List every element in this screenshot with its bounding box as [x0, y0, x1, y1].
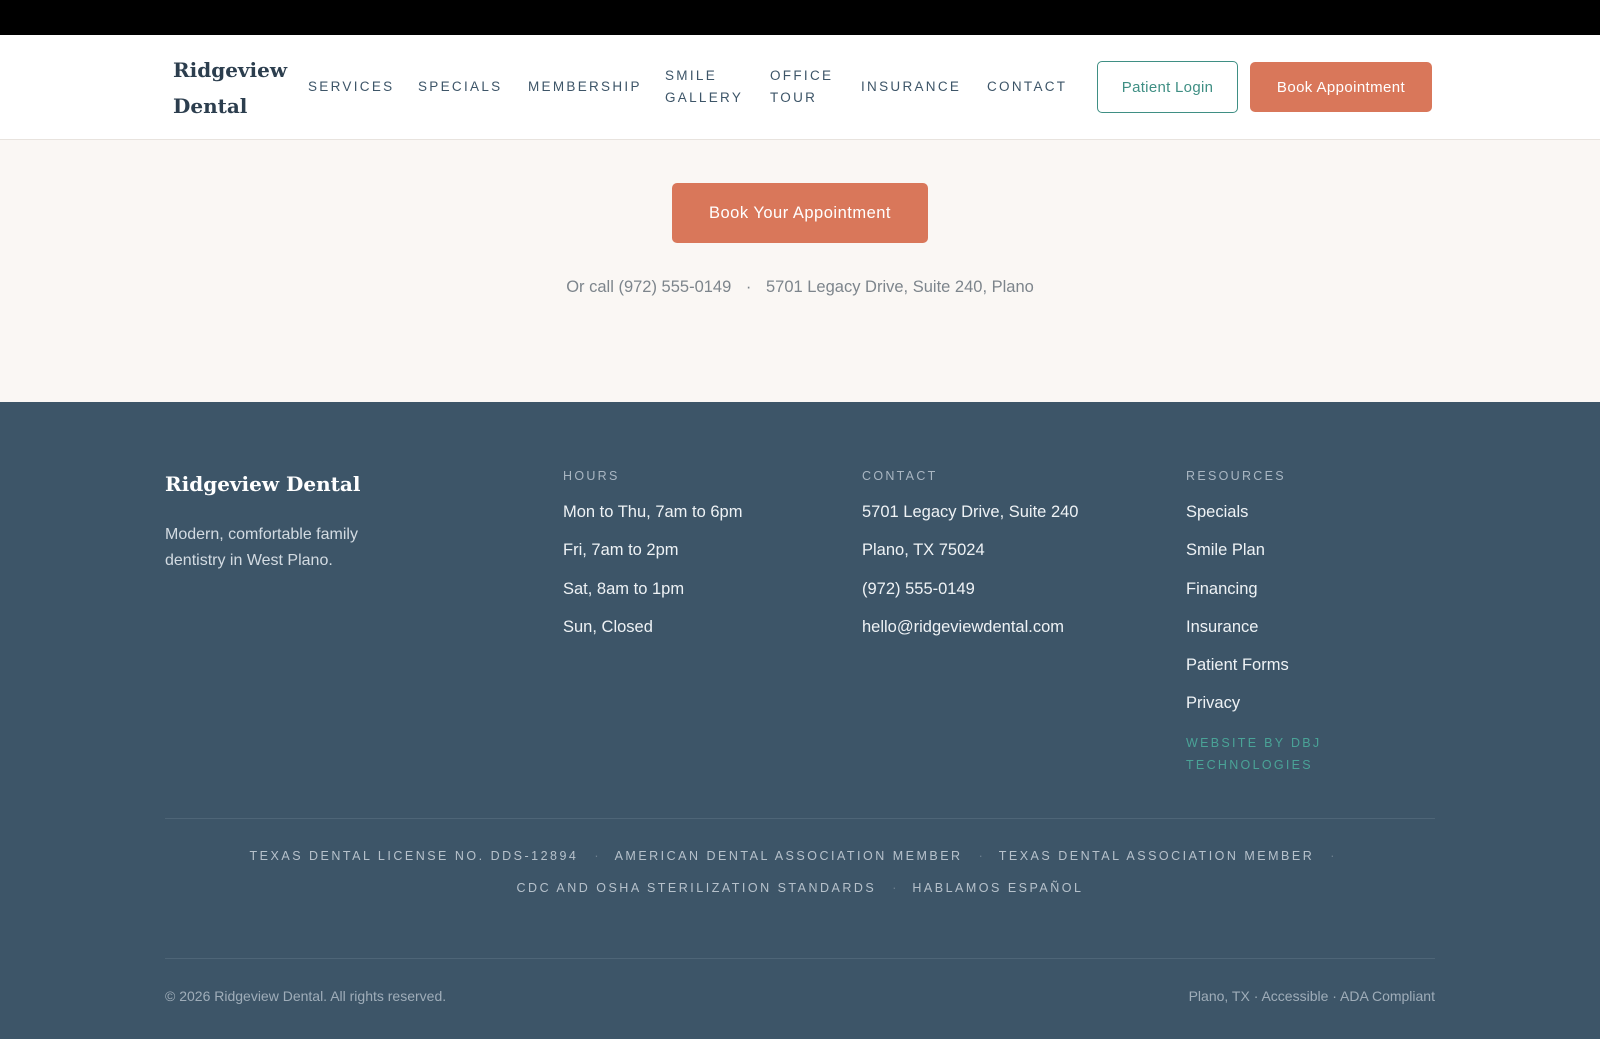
contact-address-line1: 5701 Legacy Drive, Suite 240 — [862, 503, 1079, 521]
association-dot: · — [594, 849, 599, 863]
hours-column: HOURS Mon to Thu, 7am to 6pm Fri, 7am to… — [563, 468, 742, 655]
association-item: CDC AND OSHA STERILIZATION STANDARDS — [516, 881, 877, 895]
footer-divider-bottom — [165, 958, 1435, 959]
hours-title: HOURS — [563, 469, 620, 483]
resource-link-financing[interactable]: Financing — [1186, 579, 1356, 599]
website-credit-link[interactable]: WEBSITE BY DBJ TECHNOLOGIES — [1186, 732, 1356, 776]
resource-link-insurance[interactable]: Insurance — [1186, 617, 1356, 637]
associations-row-2: CDC AND OSHA STERILIZATION STANDARDS · HAB… — [165, 879, 1435, 897]
nav-insurance[interactable]: INSURANCE — [861, 76, 961, 98]
hours-item: Fri, 7am to 2pm — [563, 541, 679, 560]
association-item: TEXAS DENTAL LICENSE NO. DDS-12894 — [249, 849, 579, 863]
contact-address-line2: Plano, TX 75024 — [862, 541, 985, 560]
footer-divider-top — [165, 818, 1435, 819]
nav-contact[interactable]: CONTACT — [987, 76, 1067, 98]
associations-row-1: TEXAS DENTAL LICENSE NO. DDS-12894 · AMERI… — [165, 847, 1435, 865]
association-item: AMERICAN DENTAL ASSOCIATION MEMBER — [614, 849, 963, 863]
contact-column: CONTACT 5701 Legacy Drive, Suite 240 Pla… — [862, 468, 1078, 655]
hours-item: Sat, 8am to 1pm — [563, 579, 685, 598]
footer-bottom-links: Plano, TX · Accessible · ADA Compliant — [1188, 988, 1435, 1004]
contact-phone-link[interactable]: (972) 555-0149 — [862, 579, 1078, 599]
footer-brand: Ridgeview Dental — [165, 472, 361, 496]
association-dot: · — [892, 881, 897, 895]
resource-link-specials[interactable]: Specials — [1186, 502, 1356, 522]
site-footer: Ridgeview Dental Modern, comfortable fam… — [0, 402, 1600, 1039]
hours-item: Mon to Thu, 7am to 6pm — [563, 503, 743, 521]
book-your-appointment-button[interactable]: Book Your Appointment — [672, 183, 928, 243]
association-item: HABLAMOS ESPAÑOL — [912, 881, 1084, 895]
resources-title: RESOURCES — [1186, 469, 1286, 483]
resources-column: RESOURCES Specials Smile Plan Financing … — [1186, 468, 1356, 776]
call-address-text: 5701 Legacy Drive, Suite 240, Plano — [765, 278, 1034, 296]
top-black-bar — [0, 0, 1600, 35]
call-separator: · — [745, 278, 752, 296]
site-logo[interactable]: Ridgeview Dental — [173, 52, 293, 124]
nav-services[interactable]: SERVICES — [308, 76, 394, 98]
association-dot: · — [978, 849, 983, 863]
call-phone-text[interactable]: Or call (972) 555-0149 — [566, 278, 731, 296]
hours-item: Sun, Closed — [563, 617, 653, 636]
book-appointment-button[interactable]: Book Appointment — [1250, 62, 1432, 112]
association-dot: · — [1330, 849, 1335, 863]
site-header: Ridgeview Dental SERVICES SPECIALS MEMBE… — [0, 35, 1600, 140]
call-line: Or call (972) 555-0149 · 5701 Legacy Dri… — [0, 275, 1600, 299]
copyright-text: © 2026 Ridgeview Dental. All rights rese… — [165, 988, 447, 1004]
association-item: TEXAS DENTAL ASSOCIATION MEMBER — [998, 849, 1315, 863]
nav-office-tour[interactable]: OFFICE TOUR — [770, 65, 850, 109]
nav-smile-gallery[interactable]: SMILE GALLERY — [665, 65, 755, 109]
nav-membership[interactable]: MEMBERSHIP — [528, 76, 642, 98]
contact-title: CONTACT — [862, 469, 938, 483]
footer-tagline: Modern, comfortable family dentistry in … — [165, 526, 358, 569]
resource-link-patient-forms[interactable]: Patient Forms — [1186, 655, 1356, 675]
contact-email-link[interactable]: hello@ridgeviewdental.com — [862, 617, 1078, 637]
resource-link-privacy[interactable]: Privacy — [1186, 693, 1356, 713]
resource-link-smile-plan[interactable]: Smile Plan — [1186, 540, 1356, 560]
patient-login-button[interactable]: Patient Login — [1097, 61, 1238, 113]
nav-specials[interactable]: SPECIALS — [418, 76, 502, 98]
